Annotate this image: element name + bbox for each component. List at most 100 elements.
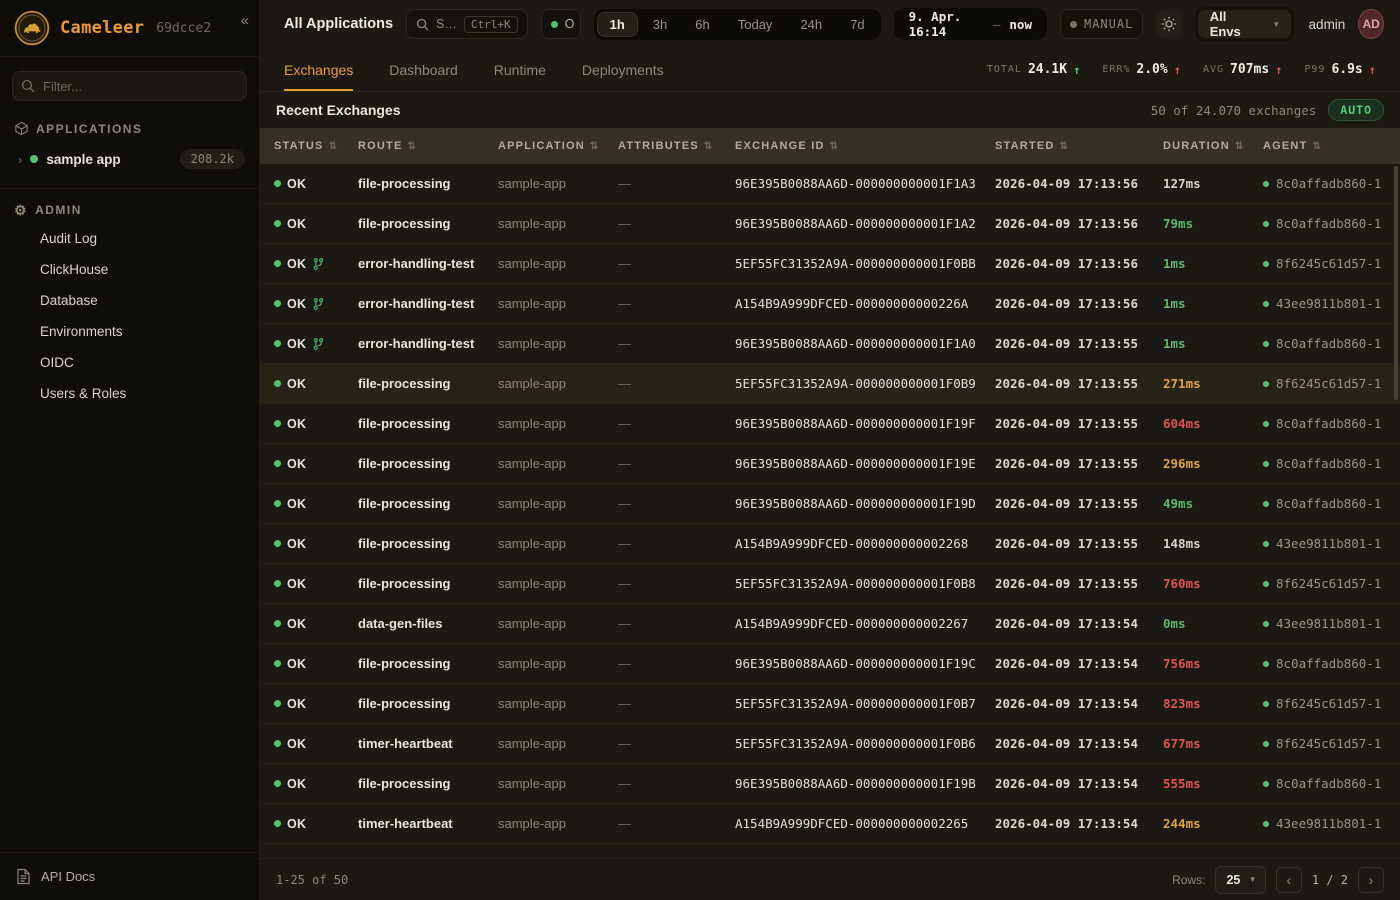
tabs: Exchanges Dashboard Runtime Deployments (284, 48, 664, 91)
sidebar-item-clickhouse[interactable]: ClickHouse (0, 254, 259, 285)
time-range-3h[interactable]: 3h (640, 12, 680, 37)
admin-header-label: ADMIN (35, 203, 82, 217)
table-row[interactable]: OK data-gen-files sample-app — A154B9A99… (260, 604, 1400, 644)
agent-cell: 8c0affadb860-1 (1263, 336, 1400, 351)
agent-cell: 8c0affadb860-1 (1263, 776, 1400, 791)
started-cell: 2026-04-09 17:13:55 (995, 496, 1163, 511)
table-row[interactable]: OK error-handling-test sample-app — A154… (260, 284, 1400, 324)
manual-dot (1070, 21, 1077, 28)
sidebar-item-oidc[interactable]: OIDC (0, 347, 259, 378)
sidebar-item-users-roles[interactable]: Users & Roles (0, 378, 259, 409)
tab-deployments[interactable]: Deployments (582, 48, 664, 91)
route-cell: error-handling-test (358, 296, 498, 311)
agent-online-dot (1263, 221, 1269, 227)
status-ok-dot (274, 260, 281, 267)
date-range-display[interactable]: 9. Apr. 16:14 – now (894, 8, 1047, 40)
pagination-controls: Rows: 25 ▾ ‹ 1 / 2 › (1172, 866, 1384, 894)
status-ok-dot (274, 700, 281, 707)
table-row[interactable]: OK file-processing sample-app — 96E395B0… (260, 764, 1400, 804)
table-row[interactable]: OK file-processing sample-app — 96E395B0… (260, 164, 1400, 204)
agent-online-dot (1263, 381, 1269, 387)
attributes-cell: — (618, 696, 735, 711)
prev-page-button[interactable]: ‹ (1276, 867, 1302, 893)
app-name-label: sample app (46, 152, 120, 167)
agent-id-label: 8c0affadb860-1 (1276, 776, 1381, 791)
column-header-started[interactable]: STARTED⇅ (995, 140, 1163, 152)
gear-icon: ⚙ (14, 203, 28, 217)
column-label: EXCHANGE ID (735, 140, 825, 152)
online-dot (551, 21, 558, 28)
attributes-cell: — (618, 456, 735, 471)
table-row[interactable]: OK file-processing sample-app — 96E395B0… (260, 484, 1400, 524)
agent-online-dot (1263, 701, 1269, 707)
tab-exchanges[interactable]: Exchanges (284, 48, 353, 91)
table-row[interactable]: OK file-processing sample-app — 96E395B0… (260, 404, 1400, 444)
time-range-today[interactable]: Today (725, 12, 786, 37)
status-cell: OK (274, 537, 358, 551)
table-row[interactable]: OK file-processing sample-app — 5EF55FC3… (260, 684, 1400, 724)
sidebar-item-environments[interactable]: Environments (0, 316, 259, 347)
status-ok-dot (274, 780, 281, 787)
avatar[interactable]: AD (1358, 9, 1384, 39)
table-row[interactable]: OK file-processing sample-app — 96E395B0… (260, 204, 1400, 244)
duration-cell: 1ms (1163, 256, 1263, 271)
time-range-24h[interactable]: 24h (787, 12, 835, 37)
table-row[interactable]: OK timer-heartbeat sample-app — 5EF55FC3… (260, 724, 1400, 764)
status-cell: OK (274, 297, 358, 311)
table-row[interactable]: OK file-processing sample-app — A154B9A9… (260, 524, 1400, 564)
sidebar-item-application[interactable]: › sample app 208.2k (0, 142, 259, 176)
table-row[interactable]: OK timer-heartbeat sample-app — A154B9A9… (260, 804, 1400, 844)
sidebar-item-database[interactable]: Database (0, 285, 259, 316)
tab-runtime[interactable]: Runtime (494, 48, 546, 91)
status-label: OK (287, 257, 306, 271)
sidebar-collapse-icon[interactable]: « (241, 12, 249, 29)
status-label: OK (287, 217, 306, 231)
column-header-route[interactable]: ROUTE⇅ (358, 140, 498, 152)
manual-label: MANUAL (1084, 17, 1133, 31)
time-range-1h[interactable]: 1h (597, 12, 638, 37)
time-range-7d[interactable]: 7d (837, 12, 877, 37)
stat-err: ERR%2.0%↑ (1102, 62, 1181, 77)
column-header-application[interactable]: APPLICATION⇅ (498, 140, 618, 152)
api-docs-label: API Docs (41, 869, 95, 884)
rows-per-page-value: 25 (1226, 873, 1240, 887)
scrollbar-thumb[interactable] (1394, 166, 1398, 400)
sidebar-item-audit-log[interactable]: Audit Log (0, 223, 259, 254)
table-row[interactable]: OK error-handling-test sample-app — 5EF5… (260, 244, 1400, 284)
theme-toggle-button[interactable] (1156, 9, 1181, 39)
live-status-chip[interactable]: O (541, 9, 581, 39)
live-status-label: O (565, 17, 575, 31)
auto-refresh-badge[interactable]: AUTO (1328, 99, 1384, 121)
sun-icon (1161, 16, 1177, 32)
table-row[interactable]: OK file-processing sample-app — 5EF55FC3… (260, 364, 1400, 404)
time-range-6h[interactable]: 6h (682, 12, 722, 37)
manual-refresh-toggle[interactable]: MANUAL (1060, 9, 1143, 39)
filter-input[interactable] (12, 71, 247, 101)
table-row[interactable]: OK file-processing sample-app — 96E395B0… (260, 644, 1400, 684)
sort-icon: ⇅ (329, 141, 339, 152)
column-header-agent[interactable]: AGENT⇅ (1263, 140, 1400, 152)
global-search[interactable]: S… Ctrl+K (406, 9, 528, 39)
chevron-right-icon[interactable]: › (18, 152, 22, 167)
env-select[interactable]: All Envs ▾ (1198, 10, 1291, 38)
application-cell: sample-app (498, 216, 618, 231)
api-docs-link[interactable]: API Docs (0, 852, 259, 900)
status-label: OK (287, 297, 306, 311)
document-icon (16, 868, 31, 885)
tab-dashboard[interactable]: Dashboard (389, 48, 458, 91)
column-header-duration[interactable]: DURATION⇅ (1163, 140, 1263, 152)
rows-per-page-select[interactable]: 25 ▾ (1215, 866, 1265, 894)
duration-cell: 555ms (1163, 776, 1263, 791)
column-header-status[interactable]: STATUS⇅ (274, 140, 358, 152)
column-header-exchange-id[interactable]: EXCHANGE ID⇅ (735, 140, 995, 152)
status-cell: OK (274, 577, 358, 591)
started-cell: 2026-04-09 17:13:56 (995, 216, 1163, 231)
next-page-button[interactable]: › (1358, 867, 1384, 893)
agent-online-dot (1263, 461, 1269, 467)
table-row[interactable]: OK file-processing sample-app — 96E395B0… (260, 444, 1400, 484)
attributes-cell: — (618, 616, 735, 631)
table-row[interactable]: OK file-processing sample-app — 5EF55FC3… (260, 564, 1400, 604)
table-row[interactable]: OK error-handling-test sample-app — 96E3… (260, 324, 1400, 364)
app-count-badge: 208.2k (180, 149, 245, 169)
column-header-attributes[interactable]: ATTRIBUTES⇅ (618, 140, 735, 152)
